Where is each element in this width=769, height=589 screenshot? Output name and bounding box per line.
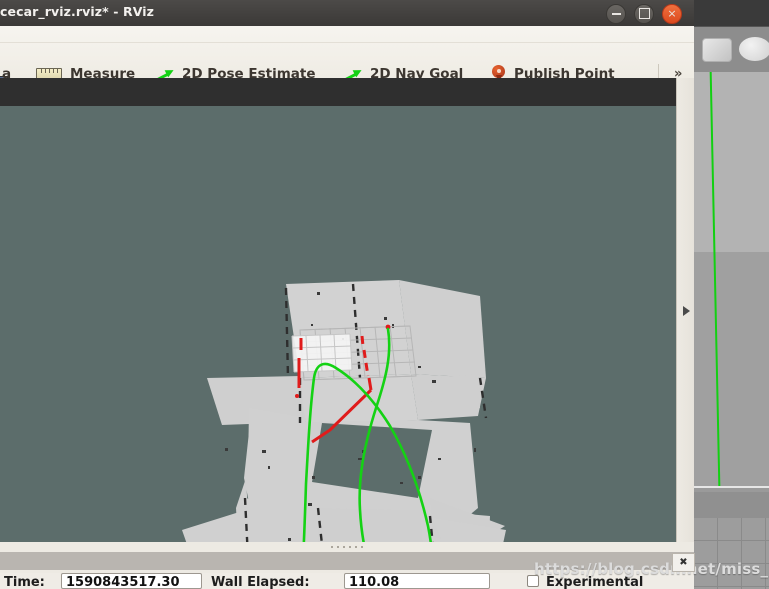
rviz-3d-render-view[interactable] (0, 78, 676, 542)
rviz-toolbar: a Measure 2D Pose Estimate 2D Nav Goal P… (0, 26, 694, 89)
background-ellipse-shape (739, 37, 769, 61)
background-upper-panel (694, 72, 769, 252)
close-icon: × (667, 7, 677, 20)
background-lower-panel (694, 492, 769, 518)
splitter-grip-dots (331, 546, 363, 548)
rviz-main-window: cecar_rviz.rviz* - RViz × a Measure 2D P… (0, 0, 694, 589)
right-panel-expander-strip[interactable] (676, 78, 694, 542)
panel-splitter-handle[interactable] (0, 542, 694, 552)
time-label: Time: (4, 575, 45, 589)
toolbar-divider (0, 42, 694, 43)
maximize-button[interactable] (634, 4, 654, 24)
wall-elapsed-value: 110.08 (349, 575, 400, 589)
background-rounded-rect-shape (702, 38, 732, 62)
time-value: 1590843517.30 (66, 575, 180, 589)
background-grid-pattern (694, 518, 769, 589)
minimize-button[interactable] (606, 4, 626, 24)
close-button[interactable]: × (662, 4, 682, 24)
chevron-right-icon[interactable] (683, 306, 690, 316)
watermark-text: https://blog.csdn.net/miss_bear (534, 560, 769, 578)
wall-elapsed-field[interactable]: 110.08 (344, 573, 490, 589)
window-titlebar[interactable]: cecar_rviz.rviz* - RViz × (0, 0, 694, 27)
map-geometry-svg (182, 280, 506, 542)
background-window-titlebar (694, 0, 769, 26)
background-mid-panel (694, 252, 769, 486)
occupancy-map-render (0, 78, 676, 542)
time-field[interactable]: 1590843517.30 (61, 573, 202, 589)
background-divider-line (694, 486, 769, 488)
floating-close-button[interactable]: ✖ (672, 553, 695, 572)
window-title: cecar_rviz.rviz* - RViz (0, 4, 155, 19)
wall-elapsed-label: Wall Elapsed: (211, 575, 310, 589)
